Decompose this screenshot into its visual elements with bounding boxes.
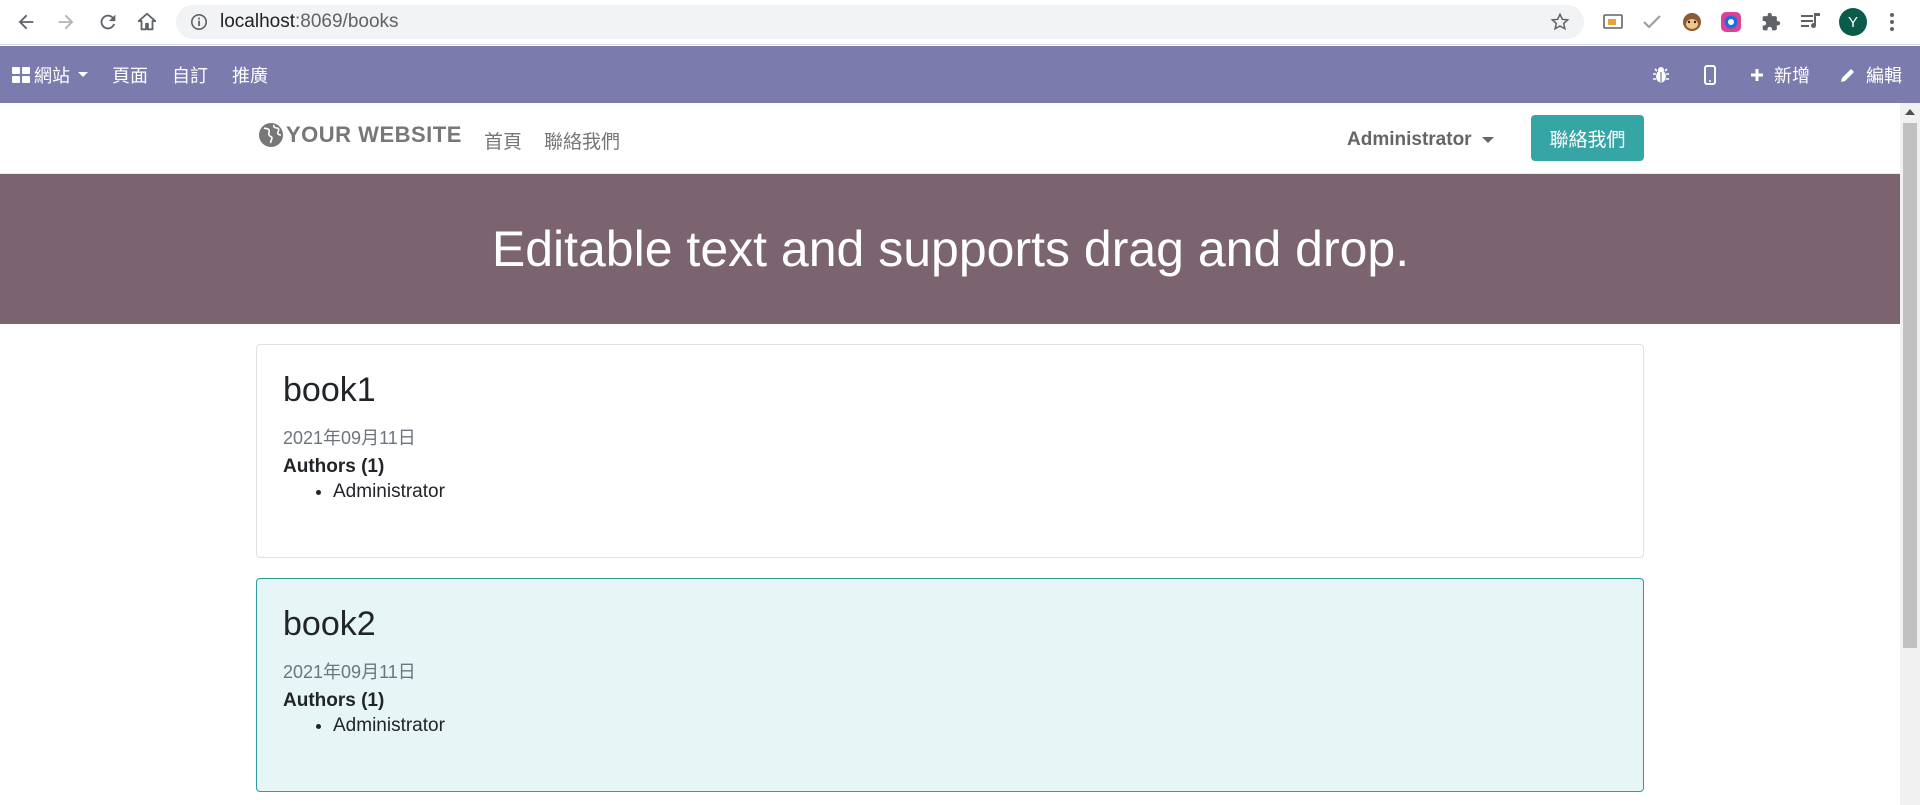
book-date: 2021年09月11日 [283,662,416,682]
banner-text[interactable]: Editable text and supports drag and drop… [492,220,1409,278]
monkey-extension-icon[interactable] [1680,10,1704,34]
book-card[interactable]: book1 2021年09月11日 Authors (1) Administra… [256,344,1644,558]
scroll-thumb[interactable] [1903,123,1917,648]
apps-menu-label: 網站 [34,65,70,86]
page-scrollbar[interactable] [1900,103,1920,805]
cast-extension-icon[interactable] [1601,10,1625,34]
edit-button[interactable]: 編輯 [1840,62,1902,88]
odoo-admin-bar: 網站 頁面 自訂 推廣 新增 編輯 [0,46,1920,103]
new-content-button[interactable]: 新增 [1750,62,1810,88]
book-date: 2021年09月11日 [283,428,416,448]
home-button[interactable] [127,2,167,42]
nav-contact[interactable]: 聯絡我們 [544,127,620,154]
back-button[interactable] [6,2,46,42]
bug-icon [1653,66,1669,82]
pencil-icon [1841,68,1854,82]
promote-menu[interactable]: 推廣 [232,62,268,88]
scroll-up-arrow-icon[interactable] [1905,109,1915,115]
chevron-down-icon [1481,137,1494,143]
chevron-down-icon [78,72,88,77]
plus-icon [1751,68,1763,81]
contact-us-button[interactable]: 聯絡我們 [1531,115,1644,161]
book-title: book1 [283,371,376,409]
nav-home[interactable]: 首頁 [484,127,522,154]
site-logo[interactable]: YOUR WEBSITE [258,122,462,148]
pages-menu[interactable]: 頁面 [112,62,148,88]
browser-toolbar: localhost:8069/books Y [0,0,1920,45]
bookmark-star-icon[interactable] [1550,12,1570,32]
main-nav: 首頁 聯絡我們 [484,127,642,154]
customize-menu[interactable]: 自訂 [172,62,208,88]
info-icon[interactable] [190,13,208,31]
mobile-preview-button[interactable] [1704,64,1720,85]
user-name: Administrator [1347,129,1472,150]
globe-icon [259,123,283,147]
author-item: Administrator [333,481,1617,503]
apps-menu-button[interactable]: 網站 [12,62,88,88]
edit-label: 編輯 [1866,65,1902,86]
apps-grid-icon [12,66,30,83]
mobile-icon [1704,64,1716,85]
home-icon [137,12,157,31]
authors-list: Administrator [333,481,1617,503]
address-bar[interactable]: localhost:8069/books [176,5,1584,39]
reload-icon [100,14,116,30]
debug-button[interactable] [1652,66,1674,84]
user-menu[interactable]: Administrator [1347,129,1494,151]
check-extension-icon[interactable] [1640,10,1664,34]
authors-heading: Authors (1) [283,690,385,711]
book-card-selected[interactable]: book2 2021年09月11日 Authors (1) Administra… [256,578,1644,792]
author-item: Administrator [333,715,1617,737]
url-text: localhost:8069/books [220,11,399,32]
arrow-right-icon [58,14,74,30]
new-content-label: 新增 [1774,65,1810,86]
website-header: YOUR WEBSITE 首頁 聯絡我們 Administrator 聯絡我們 [0,103,1900,174]
reload-button[interactable] [88,2,128,42]
book-title: book2 [283,605,376,643]
media-queue-icon[interactable] [1799,10,1823,34]
logo-text: YOUR WEBSITE [286,122,462,147]
browser-menu-icon[interactable] [1880,10,1904,34]
authors-heading: Authors (1) [283,456,385,477]
authors-list: Administrator [333,715,1617,737]
arrow-left-icon [18,14,34,30]
extensions-puzzle-icon[interactable] [1759,10,1783,34]
profile-avatar[interactable]: Y [1839,8,1867,36]
forward-button[interactable] [46,2,86,42]
color-picker-extension-icon[interactable] [1719,10,1743,34]
hero-banner: Editable text and supports drag and drop… [0,174,1900,324]
